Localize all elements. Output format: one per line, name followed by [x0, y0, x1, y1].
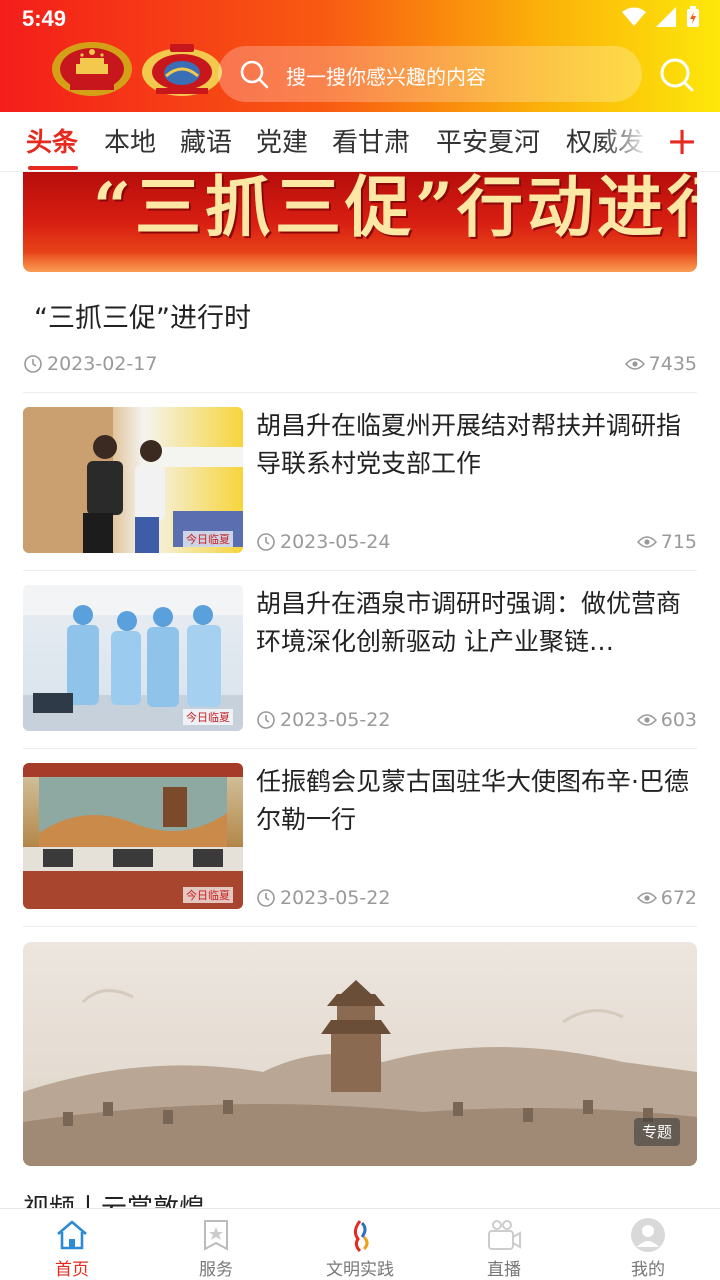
nav-service-label: 服务	[199, 1260, 233, 1280]
news-views-count-1: 715	[660, 531, 697, 553]
feature-title[interactable]: “三抓三促”进行时	[34, 296, 251, 335]
nav-service[interactable]: 服务	[144, 1209, 288, 1280]
add-channel-button[interactable]: +	[664, 116, 700, 166]
status-icons	[622, 6, 700, 28]
tab-local[interactable]: 本地	[104, 122, 156, 159]
topic-badge: 专题	[634, 1118, 680, 1146]
clock-icon	[257, 889, 275, 907]
news-date-1: 2023-05-24	[256, 531, 390, 553]
dunhuang-illustration	[23, 980, 697, 1166]
channel-tabs: 头条 本地 藏语 党建 看甘肃 平安夏河 权威发 +	[0, 112, 720, 172]
search-input[interactable]: 搜一搜你感兴趣的内容	[218, 46, 642, 102]
banner-text: “三抓三促”行动进行时	[93, 172, 697, 246]
bottom-navigation: 首页 服务 文明实践 直播 我的	[0, 1208, 720, 1280]
nav-home-label: 首页	[55, 1260, 89, 1280]
feature-banner-image[interactable]: “三抓三促”行动进行时	[23, 172, 697, 272]
nav-civilization-practice[interactable]: 文明实践	[288, 1209, 432, 1280]
status-time: 5:49	[22, 6, 67, 31]
nav-profile[interactable]: 我的	[576, 1209, 720, 1280]
news-date-text-3: 2023-05-22	[280, 887, 391, 909]
banner-shine	[23, 252, 697, 272]
clock-icon	[257, 533, 275, 551]
clock-icon	[257, 711, 275, 729]
divider	[23, 392, 697, 393]
search-button-icon[interactable]	[656, 54, 696, 94]
nav-home[interactable]: 首页	[0, 1209, 144, 1280]
eye-icon	[636, 892, 657, 904]
news-date-text-2: 2023-05-22	[280, 709, 391, 731]
search-icon	[240, 60, 269, 89]
news-thumbnail-1[interactable]: 今日临夏	[23, 407, 243, 553]
eye-icon	[624, 358, 645, 370]
news-views-3: 672	[636, 887, 697, 909]
nav-live[interactable]: 直播	[432, 1209, 576, 1280]
tab-safe-xiahe[interactable]: 平安夏河	[436, 122, 540, 159]
news-thumbnail-2[interactable]: 今日临夏	[23, 585, 243, 731]
news-views-count-3: 672	[660, 887, 697, 909]
signal-icon	[656, 7, 676, 27]
divider	[23, 570, 697, 571]
tab-gansu[interactable]: 看甘肃	[332, 122, 410, 159]
news-thumbnail-3[interactable]: 今日临夏	[23, 763, 243, 909]
tab-tibetan[interactable]: 藏语	[180, 122, 232, 159]
clock-icon	[24, 355, 42, 373]
service-icon	[204, 1220, 228, 1251]
news-views-2: 603	[636, 709, 697, 731]
thumbnail-watermark: 今日临夏	[183, 709, 233, 725]
active-tab-indicator	[28, 166, 78, 170]
nav-live-label: 直播	[487, 1260, 521, 1280]
cppcc-emblem-logo	[142, 44, 222, 96]
thumbnail-watermark: 今日临夏	[183, 887, 233, 903]
profile-icon	[631, 1218, 665, 1252]
thumbnail-watermark: 今日临夏	[183, 531, 233, 547]
feature-views: 7435	[624, 353, 697, 375]
news-date-3: 2023-05-22	[256, 887, 390, 909]
divider	[23, 926, 697, 927]
status-bar: 5:49	[0, 0, 720, 36]
news-title-3[interactable]: 任振鹤会见蒙古国驻华大使图布辛·巴德尔勒一行	[256, 763, 696, 839]
civilization-practice-icon	[353, 1220, 369, 1253]
wifi-icon	[622, 7, 646, 26]
feature-date: 2023-02-17	[23, 353, 157, 375]
eye-icon	[636, 536, 657, 548]
nav-profile-label: 我的	[631, 1260, 665, 1280]
nav-civilization-practice-label: 文明实践	[326, 1260, 394, 1280]
tab-headlines[interactable]: 头条	[26, 122, 78, 159]
divider	[23, 748, 697, 749]
home-icon	[57, 1220, 87, 1250]
news-views-1: 715	[636, 531, 697, 553]
app-header: 5:49 搜一搜你感兴趣的内容	[0, 0, 720, 112]
news-views-count-2: 603	[660, 709, 697, 731]
feature-date-text: 2023-02-17	[47, 353, 158, 375]
topic-banner-image[interactable]	[23, 942, 697, 1166]
news-title-1[interactable]: 胡昌升在临夏州开展结对帮扶并调研指导联系村党支部工作	[256, 407, 696, 483]
news-date-2: 2023-05-22	[256, 709, 390, 731]
tab-party-building[interactable]: 党建	[256, 122, 308, 159]
news-date-text-1: 2023-05-24	[280, 531, 391, 553]
news-title-2[interactable]: 胡昌升在酒泉市调研时强调：做优营商环境深化创新驱动 让产业聚链…	[256, 585, 696, 661]
search-placeholder: 搜一搜你感兴趣的内容	[286, 65, 486, 89]
national-emblem-logo	[52, 42, 132, 96]
eye-icon	[636, 714, 657, 726]
live-camera-icon	[488, 1220, 521, 1250]
feature-views-count: 7435	[648, 353, 697, 375]
tab-fade	[600, 112, 650, 171]
battery-icon	[687, 6, 699, 27]
